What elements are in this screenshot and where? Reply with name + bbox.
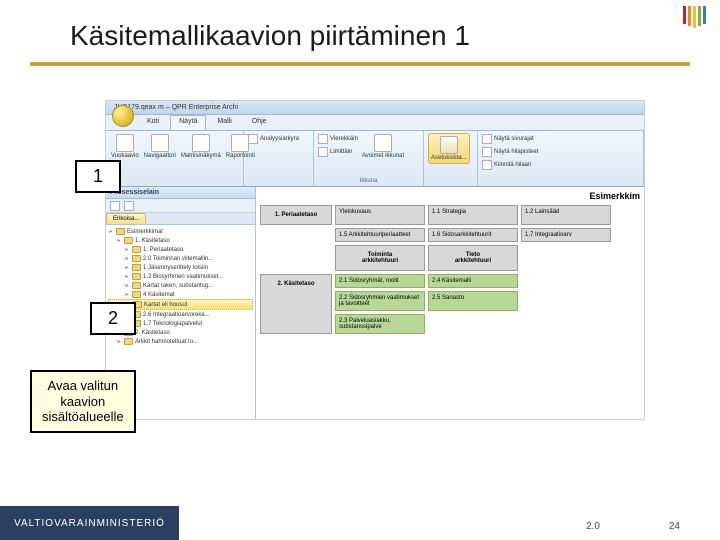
btn-navigaattori[interactable]: Navigaattori — [143, 133, 177, 160]
sidebar-tab[interactable]: Erikoisa... — [106, 213, 146, 224]
tree-item[interactable]: ▸1 Jäsennyserittely toisiin — [108, 263, 253, 272]
group-label-ikkuna: Ikkuna — [318, 178, 419, 184]
app-screenshot: JHS179.qeax m – QPR Enterprise Archi Kot… — [105, 100, 645, 420]
footer: VALTIOVARAINMINISTERIÖ 2.0 24 — [0, 506, 720, 540]
sb-back-icon[interactable] — [110, 201, 120, 211]
cell[interactable]: Yleiskuvaus — [335, 205, 425, 225]
tree-item[interactable]: ▸1.2 Biosyrhmen vaatimukset... — [108, 272, 253, 281]
btn-avoimet[interactable]: Avoimet ikkunat — [361, 133, 405, 160]
logo-stripes — [683, 6, 706, 28]
content-area: Esimerkkim 1. Periaatetaso Yleiskuvaus 1… — [256, 187, 644, 419]
btn-vierekkain[interactable]: Vierekkäin — [318, 133, 358, 145]
btn-analyysi[interactable]: Analyysiarkyra — [248, 133, 299, 145]
btn-limittain[interactable]: Limittäin — [318, 146, 358, 158]
chk-hilapisteet[interactable]: Näytä hilapisteet — [482, 146, 538, 158]
tab-ohje[interactable]: Ohje — [243, 115, 276, 130]
chk-kiinnita[interactable]: Kiinnitä hilaan — [482, 159, 538, 171]
sidebar-title: Prosessiselain — [106, 187, 255, 199]
tab-koti[interactable]: Koti — [138, 115, 168, 130]
ribbon: Vuokaavio Navigaattori Matriisinäkymä Ra… — [106, 131, 644, 187]
titlebar: JHS179.qeax m – QPR Enterprise Archi — [106, 101, 644, 115]
content-header: Esimerkkim — [260, 191, 640, 205]
tree-item[interactable]: ▸2.0 Toiminnan viitemallin... — [108, 254, 253, 263]
tree-item[interactable]: ▸4 Käsitemat — [108, 290, 253, 299]
btn-asetuksista[interactable]: Asetuksista... — [428, 133, 470, 164]
cell[interactable]: 1.1 Strategia — [428, 205, 518, 225]
chk-sivurajat[interactable]: Näytä sivurajat — [482, 133, 538, 145]
cell[interactable]: 1.6 Sidosarkkitehtuurit — [428, 228, 518, 242]
app-orb-button[interactable] — [112, 105, 134, 127]
col-head: Tieto arkkitehtuuri — [428, 245, 518, 271]
cell[interactable]: 1.5 Arkkitehtuuriperiaatteet — [335, 228, 425, 242]
tree-item[interactable]: ▸1. Käsitetaso — [108, 236, 253, 245]
col-head: Toiminta arkkitehtuuri — [335, 245, 425, 271]
ribbon-tabs: Koti Näytä Malli Ohje — [106, 115, 644, 131]
cell[interactable]: 2.4 Käsitemalli — [428, 274, 518, 288]
cell[interactable]: 2.1 Sidosryhmät, roolit — [335, 274, 425, 288]
footer-version: 2.0 — [586, 521, 600, 532]
slide-title: Käsitemallikaavion piirtäminen 1 — [0, 0, 720, 62]
tree-item[interactable]: ▸Esimerkkimal — [108, 227, 253, 236]
cell[interactable]: 2.5 Sanasto — [428, 291, 518, 311]
sb-fwd-icon[interactable] — [124, 201, 134, 211]
cell[interactable]: 1.7 Integraatioarv — [521, 228, 611, 242]
tree-item[interactable]: ▸Kartat raken, substantsg... — [108, 281, 253, 290]
cell[interactable]: 1.2 Lainsääd — [521, 205, 611, 225]
title-underline — [30, 62, 690, 66]
sidebar-toolbar — [106, 199, 255, 213]
tree-item[interactable]: ▸Arkkit hahmoteltuat to... — [108, 337, 253, 346]
callout: Avaa valitun kaavion sisältöalueelle — [30, 370, 136, 433]
row1-label: 1. Periaatetaso — [260, 205, 332, 225]
footer-org: VALTIOVARAINMINISTERIÖ — [0, 506, 179, 540]
footer-page: 24 — [669, 521, 680, 532]
marker-2: 2 — [90, 302, 136, 335]
cell[interactable]: 2.3 Palveluasiakku, substanssipalve — [335, 314, 425, 334]
row2-label: 2. Käsitetaso — [260, 274, 332, 334]
tree-item[interactable]: ▸1. Periaatetaso — [108, 245, 253, 254]
marker-1: 1 — [75, 160, 121, 193]
cell[interactable]: 2.2 Sidosryhmien vaatimukset ja tavoitte… — [335, 291, 425, 311]
btn-vuokaavio[interactable]: Vuokaavio — [110, 133, 140, 160]
btn-matriisi[interactable]: Matriisinäkymä — [180, 133, 222, 160]
tab-nayta[interactable]: Näytä — [170, 115, 206, 130]
tab-malli[interactable]: Malli — [208, 115, 240, 130]
